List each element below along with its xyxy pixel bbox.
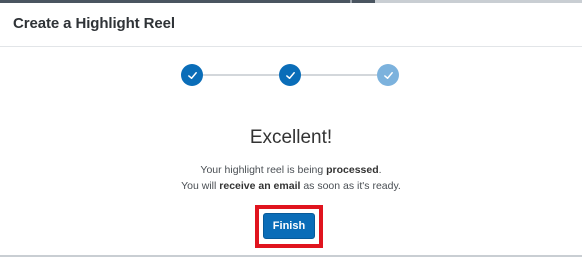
progress-stepper: [181, 64, 399, 86]
dialog-title: Create a Highlight Reel: [13, 15, 175, 32]
step-2-complete: [279, 64, 301, 86]
email-message: You will receive an email as soon as it'…: [181, 180, 401, 192]
step-3-current: [377, 64, 399, 86]
check-icon: [187, 71, 197, 79]
dialog-header: Create a Highlight Reel: [0, 3, 582, 47]
finish-button[interactable]: Finish: [263, 213, 315, 239]
check-icon: [383, 71, 393, 79]
success-headline: Excellent!: [249, 127, 333, 148]
processing-message: Your highlight reel is being processed.: [200, 164, 382, 176]
step-connector: [301, 74, 377, 76]
check-icon: [285, 71, 295, 79]
step-connector: [203, 74, 279, 76]
step-1-complete: [181, 64, 203, 86]
